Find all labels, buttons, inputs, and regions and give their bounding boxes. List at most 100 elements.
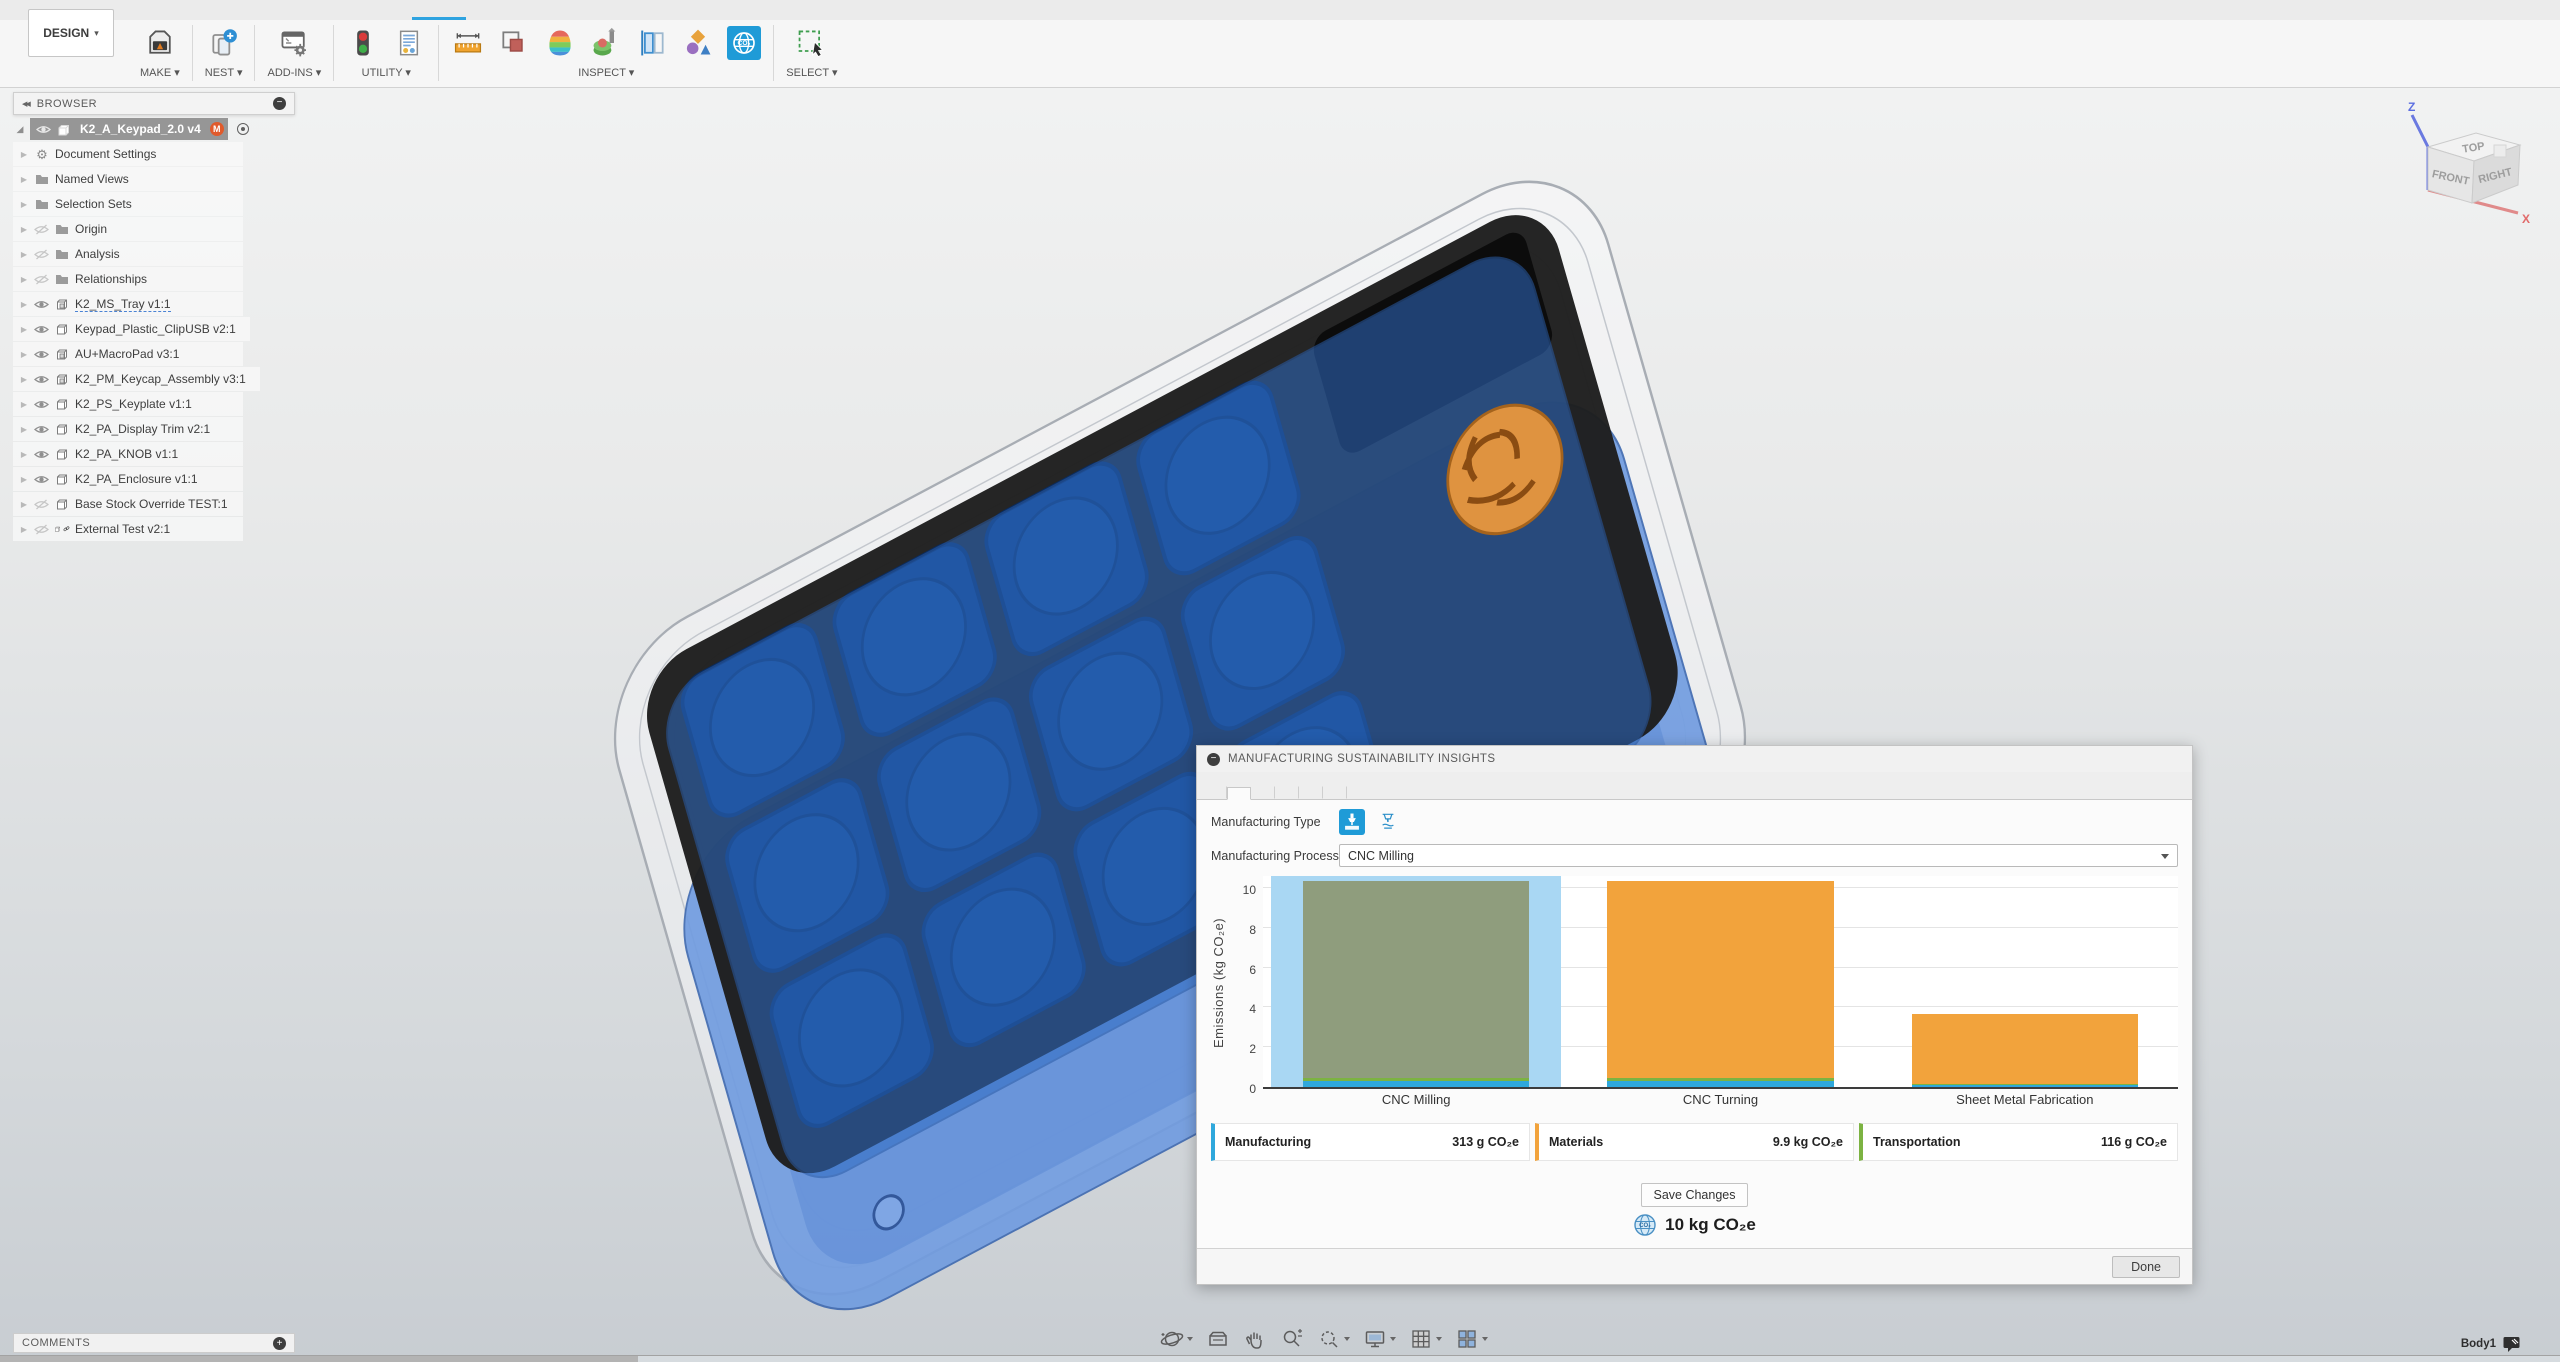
bar-segment-manufacturing[interactable]: [1912, 1085, 2138, 1087]
browser-item[interactable]: ▶ ⚙ AU+MacroPad v3:1: [13, 342, 243, 366]
look-at-icon[interactable]: [1206, 1327, 1230, 1351]
curvature-analysis-icon[interactable]: [589, 26, 623, 60]
expand-icon[interactable]: ▶: [19, 425, 29, 434]
item-label[interactable]: Document Settings: [55, 147, 156, 161]
traffic-light-icon[interactable]: [346, 26, 380, 60]
pan-icon[interactable]: [1243, 1327, 1267, 1351]
visibility-icon[interactable]: [34, 424, 49, 435]
visibility-icon[interactable]: [34, 224, 49, 235]
chart-column[interactable]: [1880, 876, 2170, 1087]
browser-item[interactable]: ▶ ⚙ Origin: [13, 217, 243, 241]
collapse-panel-icon[interactable]: ◀◀: [22, 100, 29, 108]
expand-icon[interactable]: ◢: [15, 124, 25, 135]
expand-icon[interactable]: ▶: [19, 325, 29, 334]
item-label[interactable]: Keypad_Plastic_ClipUSB v2:1: [75, 322, 236, 336]
make-icon[interactable]: [143, 26, 177, 60]
dialog-titlebar[interactable]: − MANUFACTURING SUSTAINABILITY INSIGHTS: [1197, 746, 2192, 772]
expand-icon[interactable]: ▶: [19, 200, 29, 209]
comments-panel[interactable]: COMMENTS +: [13, 1333, 295, 1353]
viewcube[interactable]: Z X TOP FRONT RIGHT: [2398, 95, 2558, 250]
ribbon-tab[interactable]: [412, 0, 466, 20]
item-label[interactable]: K2_PA_KNOB v1:1: [75, 447, 178, 461]
viewports-icon[interactable]: [1455, 1327, 1488, 1351]
section-analysis-icon[interactable]: [635, 26, 669, 60]
sustainability-insights-icon[interactable]: CO₂: [727, 26, 761, 60]
visibility-icon[interactable]: [34, 499, 49, 510]
item-label[interactable]: Origin: [75, 222, 107, 236]
visibility-icon[interactable]: [34, 324, 49, 335]
expand-icon[interactable]: ▶: [19, 225, 29, 234]
design-workspace-menu[interactable]: DESIGN ▾: [28, 9, 114, 57]
item-label[interactable]: K2_PA_Display Trim v2:1: [75, 422, 210, 436]
expand-icon[interactable]: ▶: [19, 275, 29, 284]
visibility-icon[interactable]: [36, 124, 51, 135]
visibility-icon[interactable]: [34, 374, 49, 385]
dialog-tab[interactable]: [1251, 786, 1275, 799]
bar-segment-manufacturing[interactable]: [1303, 1081, 1529, 1087]
expand-icon[interactable]: ▶: [19, 350, 29, 359]
expand-icon[interactable]: ▶: [19, 300, 29, 309]
browser-item[interactable]: ▶ ⚙ K2_PM_Keycap_Assembly v3:1: [13, 367, 260, 391]
browser-item[interactable]: ▶ ⚙ External Test v2:1: [13, 517, 243, 541]
root-item-label[interactable]: K2_A_Keypad_2.0 v4: [76, 122, 205, 136]
manufacturing-process-select[interactable]: CNC Milling: [1339, 844, 2178, 867]
bar-segment-materials[interactable]: [1303, 881, 1529, 1078]
grid-icon[interactable]: [1409, 1327, 1442, 1351]
expand-icon[interactable]: ▶: [19, 525, 29, 534]
item-label[interactable]: Selection Sets: [55, 197, 132, 211]
item-label[interactable]: Relationships: [75, 272, 147, 286]
activate-component-radio[interactable]: [237, 123, 249, 135]
browser-root-item[interactable]: ◢ K2_A_Keypad_2.0 v4 M: [13, 117, 263, 141]
visibility-icon[interactable]: [34, 449, 49, 460]
browser-item[interactable]: ▶ ⚙ Named Views: [13, 167, 243, 191]
stacked-bar[interactable]: [1912, 1014, 2138, 1087]
measure-icon[interactable]: [451, 26, 485, 60]
expand-icon[interactable]: ▶: [19, 175, 29, 184]
select-label[interactable]: SELECT ▾: [786, 66, 837, 79]
chart-column[interactable]: [1271, 876, 1561, 1087]
browser-header[interactable]: ◀◀ BROWSER −: [13, 92, 295, 115]
stacked-bar[interactable]: [1303, 881, 1529, 1087]
visibility-icon[interactable]: [34, 274, 49, 285]
additive-type-icon[interactable]: [1375, 809, 1401, 835]
display-settings-icon[interactable]: [1363, 1327, 1396, 1351]
expand-icon[interactable]: ▶: [19, 500, 29, 509]
dialog-tab[interactable]: [1227, 787, 1251, 800]
item-label[interactable]: K2_PM_Keycap_Assembly v3:1: [75, 372, 246, 386]
item-label[interactable]: Analysis: [75, 247, 120, 261]
expand-icon[interactable]: ▶: [19, 450, 29, 459]
item-label[interactable]: Base Stock Override TEST:1: [75, 497, 228, 511]
browser-item[interactable]: ▶ ⚙ Relationships: [13, 267, 243, 291]
browser-item[interactable]: ▶ ⚙ Base Stock Override TEST:1: [13, 492, 243, 516]
chevron-down-icon[interactable]: [1436, 1337, 1442, 1341]
ribbon-tab[interactable]: [196, 0, 250, 20]
browser-item[interactable]: ▶ ⚙ K2_PA_Display Trim v2:1: [13, 417, 243, 441]
visibility-icon[interactable]: [34, 299, 49, 310]
subtractive-type-icon[interactable]: [1339, 809, 1365, 835]
zoom-icon[interactable]: [1280, 1327, 1304, 1351]
visibility-icon[interactable]: [34, 524, 49, 535]
add-ins-icon[interactable]: [277, 26, 311, 60]
item-label[interactable]: K2_MS_Tray v1:1: [75, 297, 171, 312]
dialog-tab[interactable]: [1275, 786, 1299, 799]
item-label[interactable]: Named Views: [55, 172, 129, 186]
item-label[interactable]: K2_PA_Enclosure v1:1: [75, 472, 198, 486]
visibility-icon[interactable]: [34, 399, 49, 410]
expand-icon[interactable]: ▶: [19, 400, 29, 409]
browser-item[interactable]: ▶ ⚙ Keypad_Plastic_ClipUSB v2:1: [13, 317, 250, 341]
dialog-tab[interactable]: [1323, 786, 1347, 799]
browser-item[interactable]: ▶ ⚙ Selection Sets: [13, 192, 243, 216]
select-icon[interactable]: [795, 26, 829, 60]
inspect-label[interactable]: INSPECT ▾: [578, 66, 634, 79]
dialog-tab[interactable]: [1299, 786, 1323, 799]
item-label[interactable]: AU+MacroPad v3:1: [75, 347, 179, 361]
chevron-down-icon[interactable]: [1390, 1337, 1396, 1341]
ribbon-tab[interactable]: [466, 0, 520, 20]
browser-item[interactable]: ▶ ⚙ K2_PS_Keyplate v1:1: [13, 392, 243, 416]
minimize-panel-icon[interactable]: −: [273, 97, 286, 110]
chevron-down-icon[interactable]: [1344, 1337, 1350, 1341]
chevron-down-icon[interactable]: [1187, 1337, 1193, 1341]
nest-icon[interactable]: [207, 26, 241, 60]
done-button[interactable]: Done: [2112, 1256, 2180, 1278]
nest-label[interactable]: NEST ▾: [205, 66, 243, 79]
